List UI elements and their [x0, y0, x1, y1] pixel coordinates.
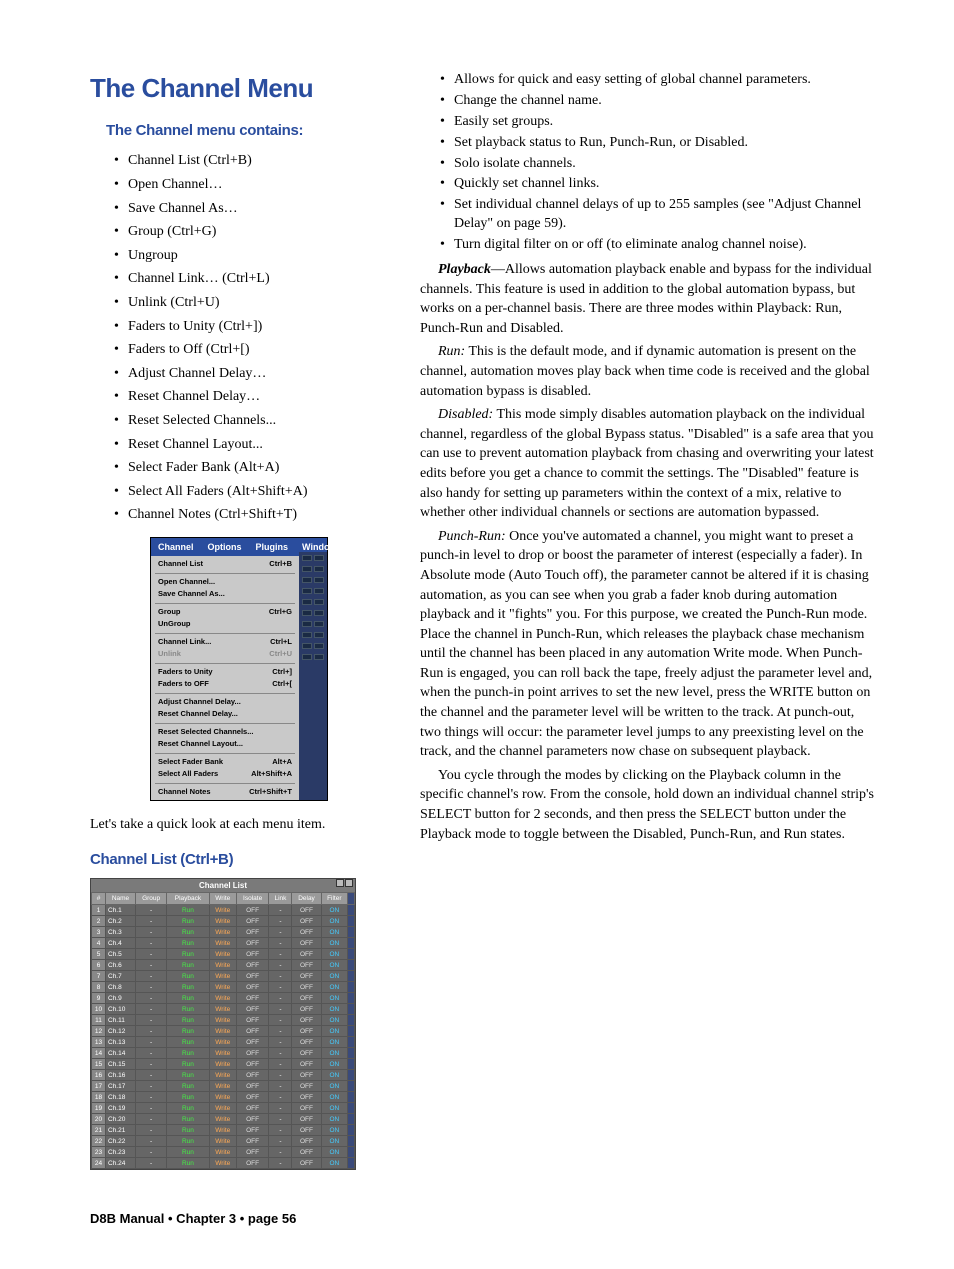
menu-list-item: Save Channel As…	[114, 197, 390, 221]
table-row[interactable]: 12Ch.12-RunWriteOFF-OFFON	[92, 1026, 355, 1037]
menu-item[interactable]: GroupCtrl+G	[151, 606, 299, 619]
menu-item[interactable]: Faders to UnityCtrl+]	[151, 666, 299, 679]
table-row[interactable]: 1Ch.1-RunWriteOFF-OFFON	[92, 905, 355, 916]
feature-item: Change the channel name.	[440, 91, 874, 112]
feature-item: Solo isolate channels.	[440, 154, 874, 175]
window-buttons	[335, 879, 353, 891]
section-channel-list: Channel List (Ctrl+B)	[90, 849, 390, 870]
menu-item[interactable]: Reset Channel Layout...	[151, 738, 299, 751]
menu-item[interactable]: UnGroup	[151, 618, 299, 631]
lead-run: Run:	[438, 344, 465, 359]
menu-item[interactable]: UnlinkCtrl+U	[151, 648, 299, 661]
menu-list-item: Faders to Off (Ctrl+[)	[114, 338, 390, 362]
menu-bar-item[interactable]: Plugins	[249, 538, 296, 557]
table-row[interactable]: 13Ch.13-RunWriteOFF-OFFON	[92, 1037, 355, 1048]
table-row[interactable]: 18Ch.18-RunWriteOFF-OFFON	[92, 1092, 355, 1103]
column-header: Delay	[292, 893, 321, 905]
menu-item[interactable]: Channel NotesCtrl+Shift+T	[151, 786, 299, 799]
table-row[interactable]: 7Ch.7-RunWriteOFF-OFFON	[92, 971, 355, 982]
table-row[interactable]: 23Ch.23-RunWriteOFF-OFFON	[92, 1147, 355, 1158]
menu-list-item: Ungroup	[114, 244, 390, 268]
column-header: Name	[106, 893, 136, 905]
table-row[interactable]: 21Ch.21-RunWriteOFF-OFFON	[92, 1125, 355, 1136]
section-subtitle: The Channel menu contains:	[106, 120, 390, 141]
menu-item[interactable]: Save Channel As...	[151, 588, 299, 601]
page-title: The Channel Menu	[90, 70, 390, 106]
para-cycle: You cycle through the modes by clicking …	[420, 766, 874, 844]
feature-bullets: Allows for quick and easy setting of glo…	[440, 70, 874, 256]
menu-list-item: Select All Faders (Alt+Shift+A)	[114, 480, 390, 504]
feature-item: Allows for quick and easy setting of glo…	[440, 70, 874, 91]
column-header: Isolate	[236, 893, 269, 905]
menu-item[interactable]: Faders to OFFCtrl+[	[151, 678, 299, 691]
menu-item[interactable]: Open Channel...	[151, 576, 299, 589]
feature-item: Set individual channel delays of up to 2…	[440, 195, 874, 235]
menu-list-item: Reset Channel Delay…	[114, 385, 390, 409]
table-row[interactable]: 11Ch.11-RunWriteOFF-OFFON	[92, 1015, 355, 1026]
menu-item[interactable]: Adjust Channel Delay...	[151, 696, 299, 709]
menu-list-item: Channel List (Ctrl+B)	[114, 149, 390, 173]
para-punchrun: Punch-Run: Once you've automated a chann…	[420, 527, 874, 762]
table-row[interactable]: 19Ch.19-RunWriteOFF-OFFON	[92, 1103, 355, 1114]
table-row[interactable]: 16Ch.16-RunWriteOFF-OFFON	[92, 1070, 355, 1081]
column-header: Link	[269, 893, 292, 905]
menu-list-item: Reset Channel Layout...	[114, 433, 390, 457]
lead-disabled: Disabled:	[438, 407, 493, 422]
menu-list-item: Channel Notes (Ctrl+Shift+T)	[114, 503, 390, 527]
table-row[interactable]: 10Ch.10-RunWriteOFF-OFFON	[92, 1004, 355, 1015]
feature-item: Turn digital filter on or off (to elimin…	[440, 235, 874, 256]
menu-list-item: Unlink (Ctrl+U)	[114, 291, 390, 315]
menu-list-item: Open Channel…	[114, 173, 390, 197]
feature-item: Easily set groups.	[440, 112, 874, 133]
menu-screenshot: ChannelOptionsPluginsWindows Channel Lis…	[150, 537, 328, 802]
menu-bar-item[interactable]: Channel	[151, 538, 201, 557]
table-row[interactable]: 20Ch.20-RunWriteOFF-OFFON	[92, 1114, 355, 1125]
table-row[interactable]: 9Ch.9-RunWriteOFF-OFFON	[92, 993, 355, 1004]
window-title: Channel List	[199, 881, 247, 890]
para-playback: Playback—Allows automation playback enab…	[420, 260, 874, 338]
table-row[interactable]: 5Ch.5-RunWriteOFF-OFFON	[92, 949, 355, 960]
menu-item[interactable]: Select Fader BankAlt+A	[151, 756, 299, 769]
table-row[interactable]: 2Ch.2-RunWriteOFF-OFFON	[92, 916, 355, 927]
menu-list-item: Group (Ctrl+G)	[114, 220, 390, 244]
table-row[interactable]: 4Ch.4-RunWriteOFF-OFFON	[92, 938, 355, 949]
menu-list-item: Reset Selected Channels...	[114, 409, 390, 433]
table-row[interactable]: 14Ch.14-RunWriteOFF-OFFON	[92, 1048, 355, 1059]
menu-contents-list: Channel List (Ctrl+B)Open Channel…Save C…	[114, 149, 390, 527]
column-header: #	[92, 893, 106, 905]
menu-list-item: Channel Link… (Ctrl+L)	[114, 267, 390, 291]
para-run: Run: This is the default mode, and if dy…	[420, 342, 874, 401]
lead-punchrun: Punch-Run:	[438, 529, 506, 544]
menu-list-item: Select Fader Bank (Alt+A)	[114, 456, 390, 480]
table-row[interactable]: 24Ch.24-RunWriteOFF-OFFON	[92, 1158, 355, 1169]
menu-item[interactable]: Select All FadersAlt+Shift+A	[151, 768, 299, 781]
menu-list-item: Faders to Unity (Ctrl+])	[114, 315, 390, 339]
menu-item[interactable]: Channel Link...Ctrl+L	[151, 636, 299, 649]
feature-item: Set playback status to Run, Punch-Run, o…	[440, 133, 874, 154]
menu-item[interactable]: Reset Selected Channels...	[151, 726, 299, 739]
para-disabled: Disabled: This mode simply disables auto…	[420, 405, 874, 523]
table-row[interactable]: 15Ch.15-RunWriteOFF-OFFON	[92, 1059, 355, 1070]
column-header: Write	[209, 893, 236, 905]
menu-bar-item[interactable]: Options	[201, 538, 249, 557]
table-row[interactable]: 6Ch.6-RunWriteOFF-OFFON	[92, 960, 355, 971]
page-footer: D8B Manual • Chapter 3 • page 56	[90, 1210, 874, 1228]
menu-list-item: Adjust Channel Delay…	[114, 362, 390, 386]
table-row[interactable]: 8Ch.8-RunWriteOFF-OFFON	[92, 982, 355, 993]
table-row[interactable]: 3Ch.3-RunWriteOFF-OFFON	[92, 927, 355, 938]
intro-paragraph: Let's take a quick look at each menu ite…	[90, 815, 390, 835]
table-row[interactable]: 17Ch.17-RunWriteOFF-OFFON	[92, 1081, 355, 1092]
feature-item: Quickly set channel links.	[440, 174, 874, 195]
channel-list-screenshot: Channel List #NameGroupPlaybackWriteIsol…	[90, 878, 356, 1170]
menu-item[interactable]: Channel ListCtrl+B	[151, 558, 299, 571]
column-header: Group	[136, 893, 167, 905]
table-row[interactable]: 22Ch.22-RunWriteOFF-OFFON	[92, 1136, 355, 1147]
column-header: Filter	[321, 893, 347, 905]
menu-item[interactable]: Reset Channel Delay...	[151, 708, 299, 721]
column-header: Playback	[167, 893, 209, 905]
lead-playback: Playback	[438, 262, 491, 277]
